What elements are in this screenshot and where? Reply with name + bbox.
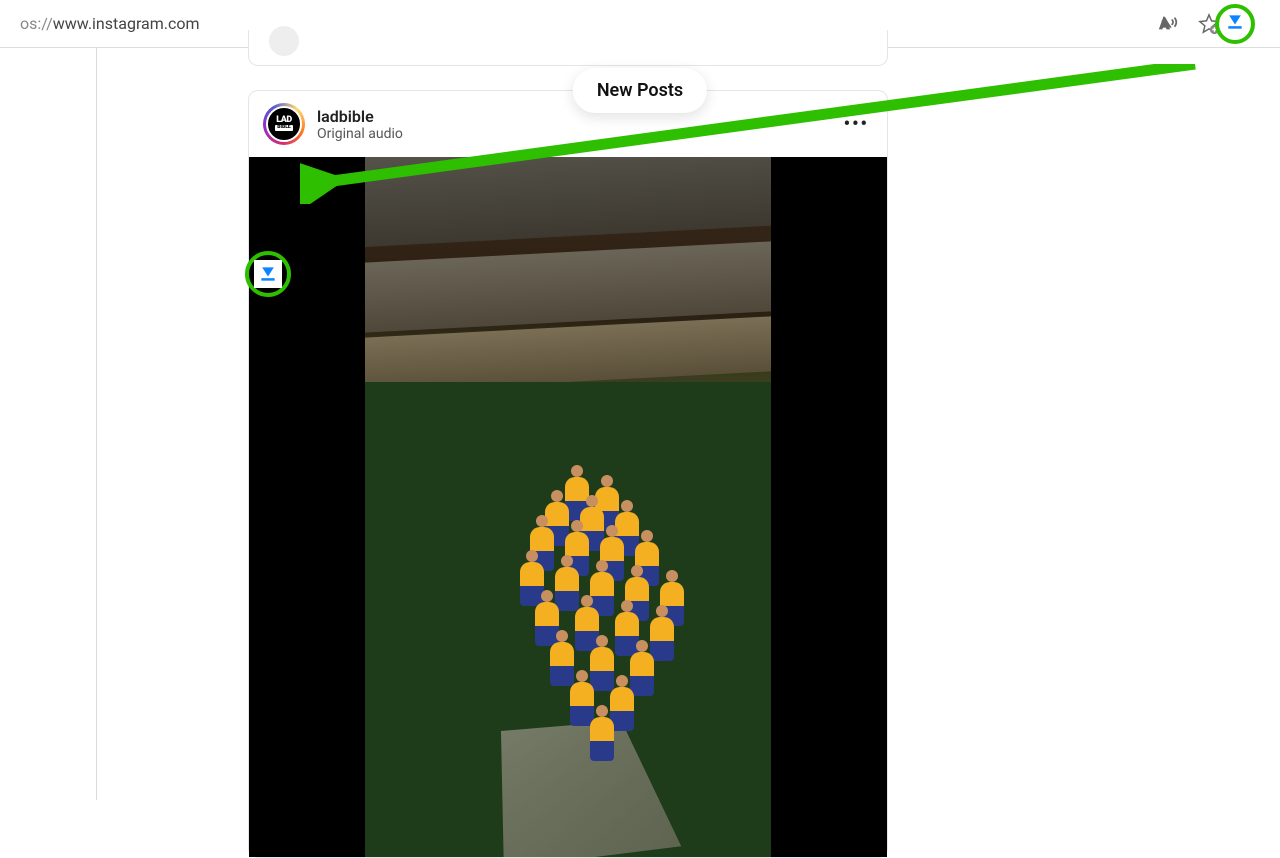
download-media-button[interactable] bbox=[254, 260, 282, 288]
post-audio-label[interactable]: Original audio bbox=[317, 126, 403, 142]
avatar-text-bottom: BIBLE bbox=[275, 125, 292, 131]
url-scheme: os:// bbox=[20, 14, 53, 33]
previous-post-avatar bbox=[267, 24, 301, 58]
post-media[interactable] bbox=[249, 157, 887, 857]
video-content-crowd bbox=[475, 467, 705, 757]
new-posts-button[interactable]: New Posts bbox=[573, 68, 707, 113]
more-options-button[interactable]: ••• bbox=[844, 114, 869, 135]
avatar-text-top: LAD bbox=[276, 117, 291, 124]
post-card: LAD BIBLE ladbible Original audio ••• bbox=[248, 90, 888, 858]
read-aloud-icon[interactable]: A bbox=[1158, 13, 1180, 35]
extension-highlight-media bbox=[245, 251, 291, 297]
feed: LAD BIBLE ladbible Original audio ••• bbox=[248, 30, 888, 858]
post-header: LAD BIBLE ladbible Original audio ••• bbox=[249, 91, 887, 157]
video-frame bbox=[365, 157, 771, 857]
svg-text:A: A bbox=[1160, 17, 1170, 33]
browser-actions: A bbox=[1158, 0, 1220, 48]
avatar-story-ring[interactable]: LAD BIBLE bbox=[263, 103, 305, 145]
url-host: www.instagram.com bbox=[53, 14, 200, 33]
avatar: LAD BIBLE bbox=[266, 106, 302, 142]
download-extension-icon[interactable] bbox=[1225, 12, 1245, 36]
previous-post-edge bbox=[248, 30, 888, 66]
left-rail-divider bbox=[96, 48, 97, 800]
post-username[interactable]: ladbible bbox=[317, 107, 403, 126]
extension-highlight-toolbar bbox=[1215, 4, 1255, 44]
url-display[interactable]: os://www.instagram.com bbox=[12, 14, 200, 33]
post-user-block: ladbible Original audio bbox=[317, 107, 403, 142]
